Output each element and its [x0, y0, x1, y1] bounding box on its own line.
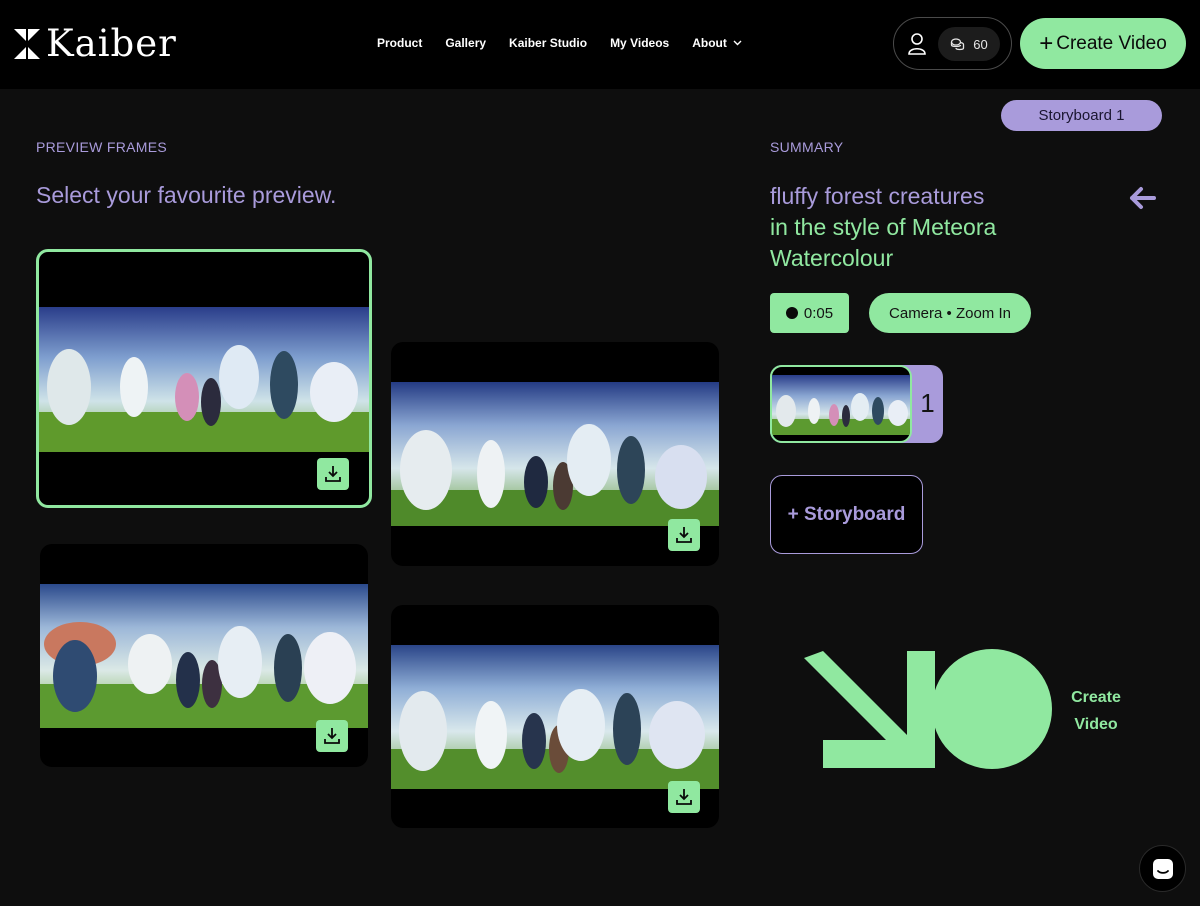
camera-motion-chip[interactable]: Camera • Zoom In: [869, 293, 1031, 333]
download-icon: [676, 789, 692, 805]
download-frame-2-button[interactable]: [668, 519, 700, 551]
nav-item-kaiber-studio[interactable]: Kaiber Studio: [509, 36, 587, 50]
logo-wordmark: Kaiber: [46, 22, 177, 65]
app-root: Kaiber Product Gallery Kaiber Studio My …: [0, 0, 1200, 906]
prompt-style: in the style of Meteora Watercolour: [770, 214, 997, 271]
nav-item-gallery[interactable]: Gallery: [445, 36, 486, 50]
nav-item-about[interactable]: About: [692, 36, 742, 50]
nav-item-about-label: About: [692, 36, 727, 50]
user-icon[interactable]: [907, 32, 927, 56]
preview-frame-2-image: [391, 382, 719, 526]
scene-thumbnail-image: [772, 375, 910, 435]
download-icon: [324, 728, 340, 744]
coins-icon: [951, 37, 965, 50]
scene-number: 1: [920, 388, 935, 418]
download-frame-4-button[interactable]: [668, 781, 700, 813]
top-navigation-bar: Kaiber Product Gallery Kaiber Studio My …: [0, 0, 1200, 89]
create-video-button-label: Create Video: [1056, 32, 1167, 54]
download-frame-3-button[interactable]: [316, 720, 348, 752]
chevron-down-icon: [733, 40, 742, 46]
preview-frame-3-image: [40, 584, 368, 728]
prompt-subject: fluffy forest creatures: [770, 183, 985, 209]
credits-count: 60: [973, 36, 988, 52]
kaiber-logo[interactable]: Kaiber: [12, 24, 177, 64]
preview-frame-3[interactable]: [40, 544, 368, 767]
download-frame-1-button[interactable]: [317, 458, 349, 490]
summary-prompt: fluffy forest creatures in the style of …: [770, 181, 1090, 274]
scene-thumbnail: [770, 365, 912, 443]
preview-instruction: Select your favourite preview.: [36, 182, 337, 208]
plus-icon: +: [1039, 29, 1054, 57]
preview-frame-4[interactable]: [391, 605, 719, 828]
preview-frames-label: PREVIEW FRAMES: [36, 139, 167, 155]
kaiber-logo-icon: [14, 29, 40, 59]
preview-frame-1[interactable]: [36, 249, 372, 508]
nav-item-product[interactable]: Product: [377, 36, 422, 50]
main-nav: Product Gallery Kaiber Studio My Videos …: [377, 36, 742, 50]
summary-label: SUMMARY: [770, 139, 844, 155]
storyboard-tab-1[interactable]: Storyboard 1: [1001, 100, 1162, 131]
record-dot-icon: [785, 307, 798, 319]
add-storyboard-button[interactable]: + Storyboard: [770, 475, 923, 554]
create-video-label[interactable]: Create Video: [1060, 684, 1132, 738]
back-arrow-icon[interactable]: [1126, 182, 1158, 214]
download-icon: [676, 527, 692, 543]
chat-icon: [1152, 858, 1173, 879]
preview-frame-1-image: [39, 307, 369, 452]
create-video-button[interactable]: + Create Video: [1020, 18, 1186, 69]
nav-item-my-videos[interactable]: My Videos: [610, 36, 669, 50]
duration-chip: 0:05: [770, 293, 849, 333]
account-menu[interactable]: 60: [893, 17, 1012, 70]
duration-value: 0:05: [803, 304, 834, 322]
credits-balance[interactable]: 60: [938, 27, 1000, 61]
preview-frame-4-image: [391, 645, 719, 789]
preview-frame-2[interactable]: [391, 342, 719, 566]
create-video-arrow-icon[interactable]: [800, 645, 1060, 775]
chat-launcher-button[interactable]: [1139, 845, 1186, 892]
download-icon: [325, 466, 341, 482]
